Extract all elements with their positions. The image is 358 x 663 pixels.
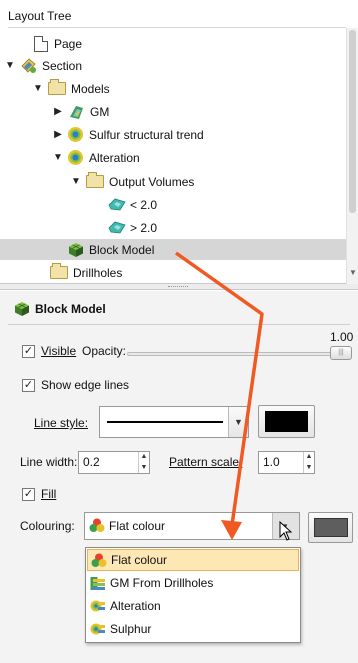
annotation-arrow	[174, 251, 264, 540]
